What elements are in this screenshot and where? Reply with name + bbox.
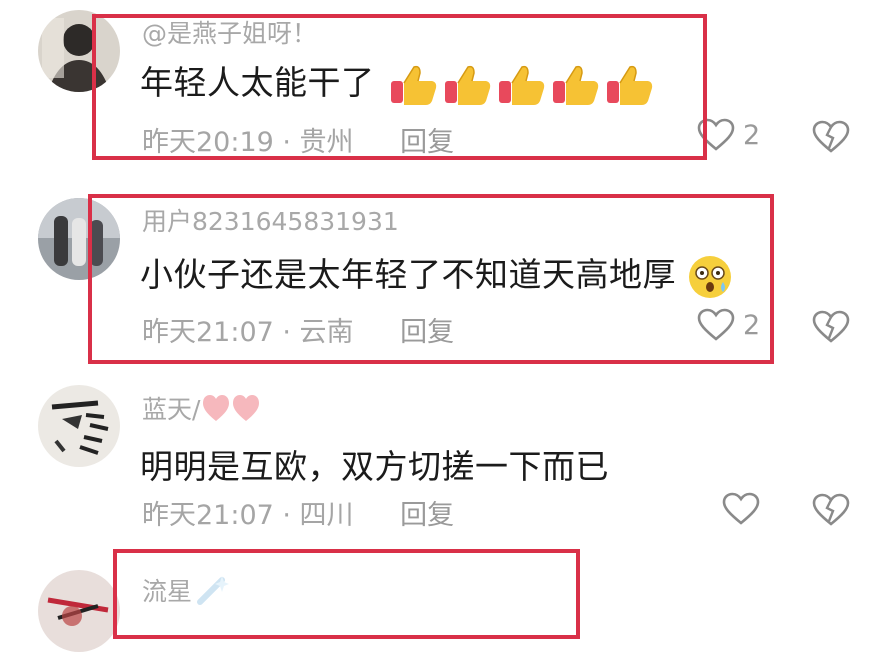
like-count: 2 [743, 119, 761, 151]
highlight-box [92, 14, 707, 160]
comment-time-location: 昨天21:07 · 四川 [142, 500, 354, 531]
broken-heart-icon [812, 120, 850, 153]
broken-heart-icon [812, 493, 850, 526]
comment-text-row: 明明是互欧，双方切搓一下而已 [140, 440, 609, 488]
avatar[interactable] [38, 570, 120, 652]
avatar[interactable] [38, 385, 120, 467]
heart-icon [722, 492, 760, 525]
like-button[interactable] [722, 492, 760, 526]
username[interactable]: 蓝天/ [142, 390, 200, 426]
dislike-button[interactable] [812, 120, 850, 158]
username-row: 蓝天/ [142, 390, 260, 426]
reply-button[interactable]: 回复 [400, 500, 454, 531]
pink-hearts-icon [203, 395, 260, 421]
dislike-button[interactable] [812, 493, 850, 531]
highlight-box [88, 194, 774, 364]
broken-heart-icon [812, 310, 850, 343]
dislike-button[interactable] [812, 310, 850, 348]
comment-text: 明明是互欧，双方切搓一下而已 [140, 447, 609, 486]
comment-meta: 昨天21:07 · 四川 回复 [142, 493, 454, 532]
